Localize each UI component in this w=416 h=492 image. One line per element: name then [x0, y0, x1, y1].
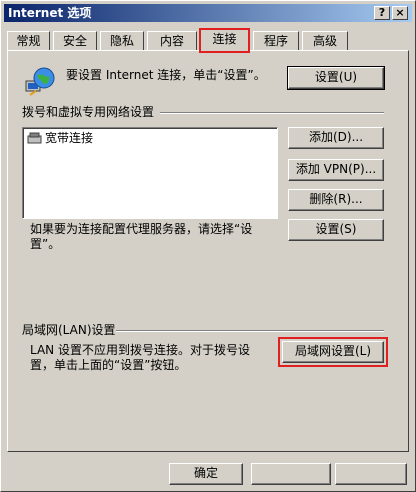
connections-panel: 要设置 Internet 连接，单击“设置”。 设置(U) 拨号和虚拟专用网络设… [7, 50, 409, 452]
remove-button[interactable]: 删除(R)... [288, 189, 384, 211]
tab-content[interactable]: 内容 [147, 31, 197, 51]
tab-programs[interactable]: 程序 [253, 31, 299, 51]
lan-group-label: 局域网(LAN)设置 [22, 323, 116, 337]
dialup-separator [160, 112, 384, 114]
help-button[interactable]: ? [374, 6, 390, 20]
ok-button[interactable]: 确定 [169, 463, 243, 485]
tab-general[interactable]: 常规 [7, 31, 50, 51]
lan-separator [116, 330, 384, 332]
title-bar: Internet 选项 ? × [4, 4, 412, 22]
internet-options-window: Internet 选项 ? × 常规 安全 隐私 内容 连接 程序 高级 要设置… [0, 0, 416, 492]
lan-settings-button[interactable]: 局域网设置(L) [278, 337, 388, 367]
dialup-group-label: 拨号和虚拟专用网络设置 [22, 105, 155, 119]
connections-list[interactable]: 宽带连接 [22, 127, 278, 219]
tab-row: 常规 安全 隐私 内容 连接 程序 高级 [7, 28, 407, 53]
add-vpn-button[interactable]: 添加 VPN(P)... [288, 159, 384, 181]
tab-connections[interactable]: 连接 [199, 28, 250, 53]
tab-security[interactable]: 安全 [53, 31, 97, 51]
lan-text: LAN 设置不应用到拨号连接。对于拨号设置，单击上面的“设置”按钮。 [30, 343, 250, 372]
globe-network-icon [24, 65, 56, 97]
setup-button[interactable]: 设置(U) [287, 66, 385, 90]
apply-button[interactable] [335, 463, 407, 485]
add-button[interactable]: 添加(D)... [288, 127, 384, 149]
cancel-button[interactable] [251, 463, 331, 485]
proxy-settings-button[interactable]: 设置(S) [288, 219, 384, 241]
close-button[interactable]: × [392, 6, 408, 20]
window-title: Internet 选项 [8, 6, 92, 20]
dialup-connection-icon [27, 131, 43, 145]
tab-advanced[interactable]: 高级 [302, 31, 348, 51]
tab-privacy[interactable]: 隐私 [100, 31, 144, 51]
connection-label: 宽带连接 [45, 131, 94, 145]
proxy-text: 如果要为连接配置代理服务器，请选择“设置”。 [30, 222, 253, 251]
setup-text: 要设置 Internet 连接，单击“设置”。 [66, 68, 266, 82]
